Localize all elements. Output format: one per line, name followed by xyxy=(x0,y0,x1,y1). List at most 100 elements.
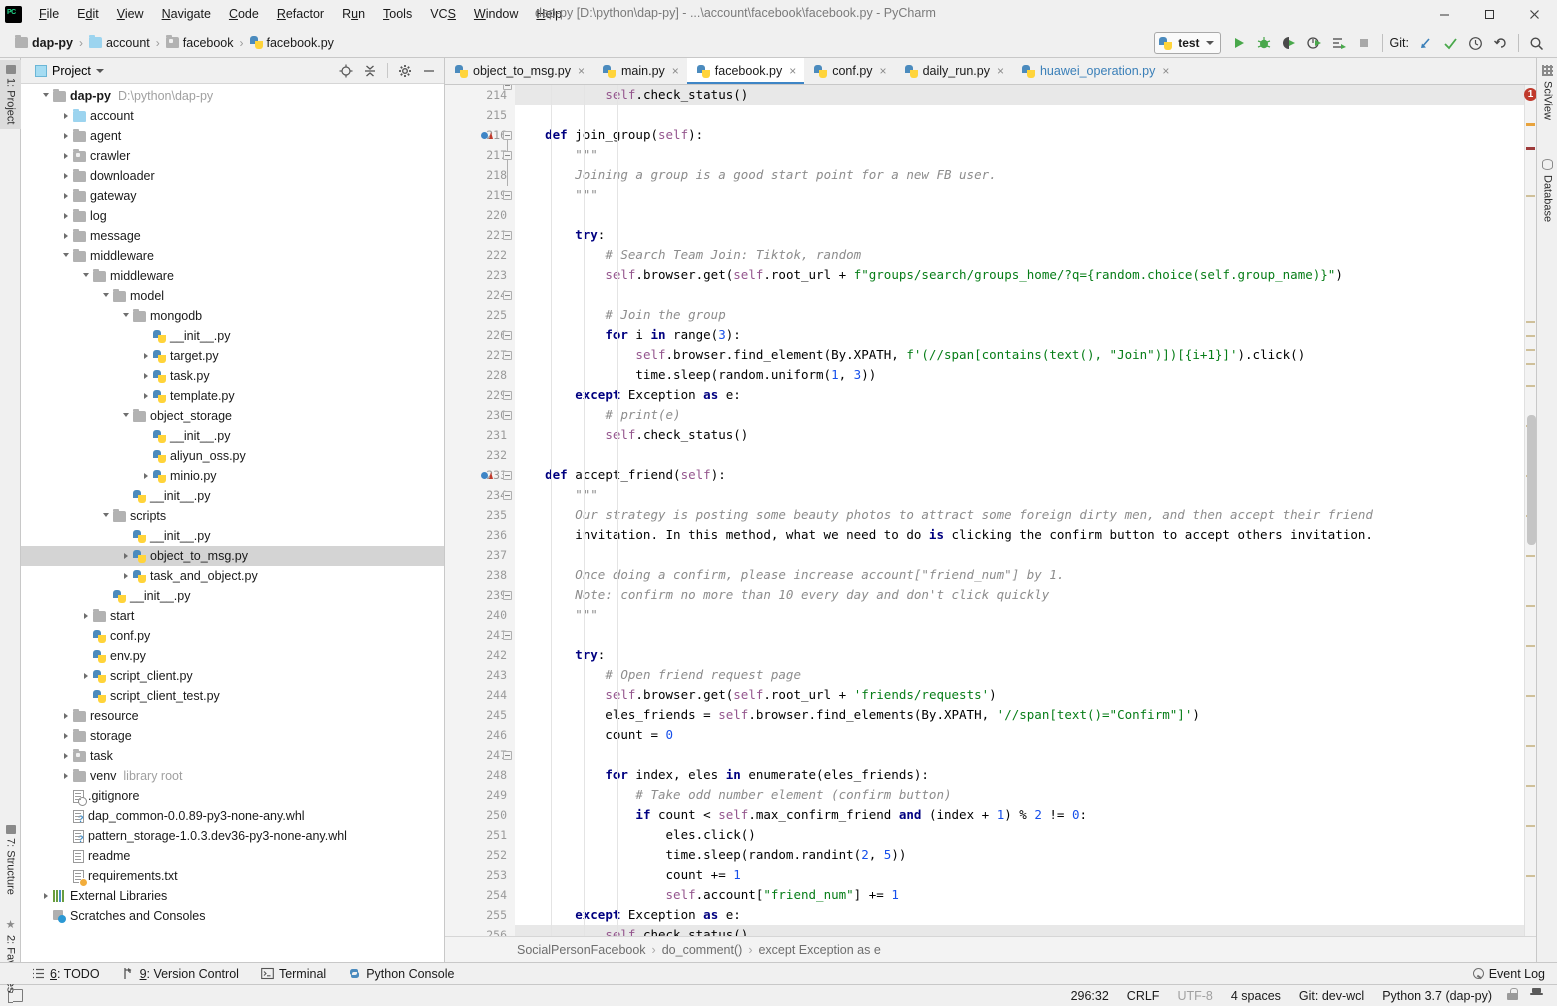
file-encoding[interactable]: UTF-8 xyxy=(1168,989,1221,1003)
chevron-right-icon[interactable] xyxy=(59,166,72,186)
code-line[interactable]: except Exception as e: xyxy=(515,385,1524,405)
fold-toggle-icon[interactable] xyxy=(503,751,512,760)
stripe-change-marker[interactable] xyxy=(1526,555,1535,557)
tree-node-downloader[interactable]: downloader xyxy=(21,166,444,186)
code-line[interactable]: """ xyxy=(515,485,1524,505)
error-stripe-gutter[interactable]: 1 xyxy=(1524,85,1536,936)
settings-gear-icon[interactable] xyxy=(394,60,416,82)
sidebar-item-project[interactable]: 1: Project xyxy=(0,60,21,130)
close-icon[interactable]: × xyxy=(880,64,887,78)
tree-node--init-py[interactable]: __init__.py xyxy=(21,326,444,346)
maximize-button[interactable] xyxy=(1467,0,1512,28)
code-line[interactable]: # Search Team Join: Tiktok, random xyxy=(515,245,1524,265)
tree-node-storage[interactable]: storage xyxy=(21,726,444,746)
code-line[interactable]: """ xyxy=(515,145,1524,165)
sidebar-item-database[interactable]: Database xyxy=(1537,154,1557,227)
tree-node-mongodb[interactable]: mongodb xyxy=(21,306,444,326)
menu-run[interactable]: Run xyxy=(333,3,374,25)
power-save-hat-icon[interactable] xyxy=(1524,988,1549,1003)
code-line[interactable] xyxy=(515,745,1524,765)
menu-view[interactable]: View xyxy=(108,3,153,25)
tree-node--init-py[interactable]: __init__.py xyxy=(21,486,444,506)
chevron-right-icon[interactable] xyxy=(59,146,72,166)
menu-tools[interactable]: Tools xyxy=(374,3,421,25)
code-line[interactable]: self.check_status() xyxy=(515,925,1524,936)
code-line[interactable]: count = 0 xyxy=(515,725,1524,745)
run-configuration-selector[interactable]: test xyxy=(1154,32,1221,54)
tree-node-aliyun-oss-py[interactable]: aliyun_oss.py xyxy=(21,446,444,466)
fold-toggle-icon[interactable] xyxy=(503,191,512,200)
menu-code[interactable]: Code xyxy=(220,3,268,25)
sidebar-item-favorites[interactable]: ★ 2: Favorites xyxy=(0,913,21,997)
tool-window-terminal[interactable]: Terminal xyxy=(250,967,337,981)
stripe-change-marker[interactable] xyxy=(1526,875,1535,877)
code-line[interactable]: eles_friends = self.browser.find_element… xyxy=(515,705,1524,725)
rollback-button[interactable] xyxy=(1488,31,1513,56)
chevron-right-icon[interactable] xyxy=(139,386,152,406)
indent-setting[interactable]: 4 spaces xyxy=(1222,989,1290,1003)
fold-toggle-icon[interactable] xyxy=(503,331,512,340)
chevron-right-icon[interactable] xyxy=(59,766,72,786)
stripe-change-marker[interactable] xyxy=(1526,385,1535,387)
chevron-down-icon[interactable] xyxy=(39,86,52,106)
stripe-error-marker[interactable] xyxy=(1526,147,1535,150)
stripe-change-marker[interactable] xyxy=(1526,695,1535,697)
tree-node-task-and-object-py[interactable]: task_and_object.py xyxy=(21,566,444,586)
fold-toggle-icon[interactable] xyxy=(503,85,512,90)
editor-tab-huawei-operation-py[interactable]: huawei_operation.py × xyxy=(1012,58,1177,84)
tree-node-conf-py[interactable]: conf.py xyxy=(21,626,444,646)
code-content[interactable]: self.check_status() def join_group(self)… xyxy=(515,85,1524,936)
fold-toggle-icon[interactable] xyxy=(503,491,512,500)
tree-node-object-storage[interactable]: object_storage xyxy=(21,406,444,426)
chevron-down-icon[interactable] xyxy=(99,506,112,526)
code-line[interactable]: for index, eles in enumerate(eles_friend… xyxy=(515,765,1524,785)
code-line[interactable] xyxy=(515,545,1524,565)
breadcrumb-method[interactable]: do_comment() xyxy=(662,943,743,957)
chevron-down-icon[interactable] xyxy=(119,306,132,326)
stripe-change-marker[interactable] xyxy=(1526,335,1535,337)
tree-node-log[interactable]: log xyxy=(21,206,444,226)
fold-toggle-icon[interactable] xyxy=(503,591,512,600)
structure-breadcrumb[interactable]: SocialPersonFacebook › do_comment() › ex… xyxy=(445,936,1536,962)
fold-toggle-icon[interactable] xyxy=(503,471,512,480)
tree-node-env-py[interactable]: env.py xyxy=(21,646,444,666)
code-editor[interactable]: 214 215 216 217 218 219 220 221 222 223 224 225 226 2… xyxy=(445,85,1536,936)
code-line[interactable] xyxy=(515,205,1524,225)
breakpoint-marker[interactable] xyxy=(481,125,493,145)
chevron-right-icon[interactable] xyxy=(59,186,72,206)
python-interpreter-widget[interactable]: Python 3.7 (dap-py) xyxy=(1373,989,1501,1003)
breadcrumb-statement[interactable]: except Exception as e xyxy=(758,943,880,957)
tree-node-object-to-msg-py[interactable]: object_to_msg.py xyxy=(21,546,444,566)
stripe-change-marker[interactable] xyxy=(1526,785,1535,787)
code-line[interactable]: count += 1 xyxy=(515,865,1524,885)
tree-node-dap-py[interactable]: dap-py D:\python\dap-py xyxy=(21,86,444,106)
editor-tab-conf-py[interactable]: conf.py × xyxy=(804,58,894,84)
git-branch-widget[interactable]: Git: dev-wcl xyxy=(1290,989,1373,1003)
run-with-coverage-button[interactable] xyxy=(1277,31,1302,56)
code-line[interactable] xyxy=(515,625,1524,645)
tree-node-task-py[interactable]: task.py xyxy=(21,366,444,386)
tree-node-model[interactable]: model xyxy=(21,286,444,306)
code-line[interactable]: for i in range(3): xyxy=(515,325,1524,345)
chevron-right-icon[interactable] xyxy=(59,226,72,246)
tree-node-script-client-test-py[interactable]: script_client_test.py xyxy=(21,686,444,706)
run-with-options-button[interactable] xyxy=(1327,31,1352,56)
run-button[interactable] xyxy=(1227,31,1252,56)
stripe-change-marker[interactable] xyxy=(1526,745,1535,747)
breadcrumb-item-facebook[interactable]: facebook xyxy=(161,34,239,52)
code-line[interactable]: self.browser.get(self.root_url + f"group… xyxy=(515,265,1524,285)
lock-icon[interactable] xyxy=(1501,988,1524,1003)
chevron-right-icon[interactable] xyxy=(79,666,92,686)
update-project-button[interactable] xyxy=(1413,31,1438,56)
chevron-right-icon[interactable] xyxy=(59,126,72,146)
history-button[interactable] xyxy=(1463,31,1488,56)
event-log-button[interactable]: Event Log xyxy=(1472,967,1557,981)
tree-node-start[interactable]: start xyxy=(21,606,444,626)
profile-button[interactable] xyxy=(1302,31,1327,56)
tree-node-task[interactable]: task xyxy=(21,746,444,766)
code-line[interactable]: # print(e) xyxy=(515,405,1524,425)
tree-node-venv[interactable]: venv library root xyxy=(21,766,444,786)
stripe-change-marker[interactable] xyxy=(1526,825,1535,827)
collapse-all-icon[interactable] xyxy=(359,60,381,82)
stripe-change-marker[interactable] xyxy=(1526,645,1535,647)
